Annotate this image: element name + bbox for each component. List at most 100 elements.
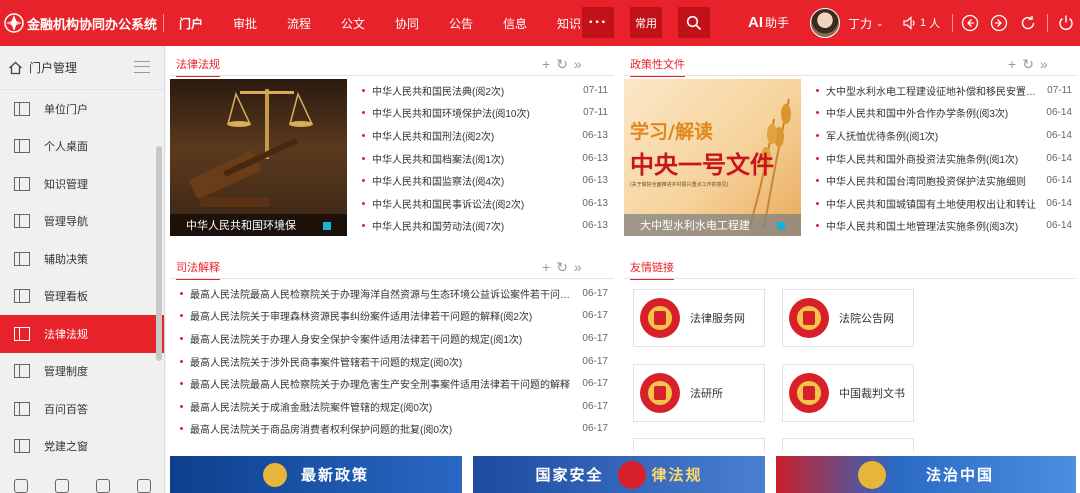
- link-court-notice[interactable]: 法院公告网: [782, 289, 914, 347]
- sidebar-item-knowledge[interactable]: 知识管理: [0, 165, 164, 203]
- sidebar-item-dashboard[interactable]: 管理看板: [0, 278, 164, 316]
- top-bar: 金融机构协同办公系统 门户 审批 流程 公文 协同 公告 信息 知识 ··· 常…: [0, 0, 1080, 46]
- list-item[interactable]: 中华人民共和国环境保护法(阅10次) 07-11: [362, 102, 608, 125]
- more-icon[interactable]: »: [574, 259, 582, 276]
- list-item[interactable]: 最高人民法院关于商品房消费者权利保护问题的批复(阅0次) 06-17: [180, 418, 608, 441]
- refresh-icon[interactable]: ↻: [1022, 56, 1034, 73]
- link-judgment-docs[interactable]: 中国裁判文书: [782, 364, 914, 422]
- bullet-icon: [816, 88, 819, 92]
- list-item[interactable]: 中华人民共和国刑法(阅2次) 06-13: [362, 124, 608, 147]
- policy-image[interactable]: 学习/解读 中央一号文件 (关于做好全面推进乡村振兴重点工作的意见) 大中型水利…: [624, 79, 801, 236]
- panel-title-policy[interactable]: 政策性文件: [630, 56, 685, 77]
- refresh-icon[interactable]: ↻: [556, 259, 568, 276]
- logo-icon: [4, 13, 24, 33]
- list-item[interactable]: 中华人民共和国民事诉讼法(阅2次) 06-13: [362, 192, 608, 215]
- sidebar-item-faq[interactable]: 百问百答: [0, 390, 164, 428]
- add-icon[interactable]: +: [542, 259, 550, 276]
- link-card-partial[interactable]: [782, 438, 914, 452]
- list-item[interactable]: 中华人民共和国监察法(阅4次) 06-13: [362, 169, 608, 192]
- sidebar-item-party[interactable]: 党建之窗: [0, 428, 164, 466]
- list-item[interactable]: 军人抚恤优待条例(阅1次) 06-14: [816, 124, 1072, 147]
- nav-approval[interactable]: 审批: [218, 0, 272, 46]
- link-legal-service[interactable]: 法律服务网: [633, 289, 765, 347]
- nav-notice[interactable]: 公告: [434, 0, 488, 46]
- panel-title-law[interactable]: 法律法规: [176, 56, 220, 77]
- list-item-title: 中华人民共和国土地管理法实施条例(阅3次): [826, 222, 1019, 234]
- sidebar-item-unit-portal[interactable]: 单位门户: [0, 90, 164, 128]
- grid-icon[interactable]: [54, 479, 69, 493]
- link-label: 法研所: [690, 388, 723, 400]
- gear-icon[interactable]: [96, 479, 111, 493]
- list-item[interactable]: 最高人民法院关于办理人身安全保护令案件适用法律若干问题的规定(阅1次) 06-17: [180, 327, 608, 350]
- list-item[interactable]: 最高人民法院关于审理森林资源民事纠纷案件适用法律若干问题的解释(阅2次) 06-1…: [180, 305, 608, 328]
- policy-image-note: (关于做好全面推进乡村振兴重点工作的意见): [630, 182, 729, 188]
- bullet-icon: [816, 133, 819, 137]
- nav-portal[interactable]: 门户: [164, 0, 218, 46]
- list-item[interactable]: 中华人民共和国土地管理法实施条例(阅3次) 06-14: [816, 215, 1072, 238]
- search-button[interactable]: [678, 7, 710, 38]
- image-caption: 大中型水利水电工程建: [624, 214, 801, 236]
- list-item[interactable]: 最高人民法院最高人民检察院关于办理海洋自然资源与生态环境公益诉讼案件若干问题的规…: [180, 282, 608, 305]
- add-icon[interactable]: +: [542, 56, 550, 73]
- list-item[interactable]: 最高人民法院关于涉外民商事案件管辖若干问题的规定(阅0次) 06-17: [180, 350, 608, 373]
- panel-divider: [624, 278, 1076, 279]
- sidebar-item-label: 辅助决策: [44, 253, 88, 266]
- user-menu[interactable]: 丁力 ⌄: [810, 8, 884, 38]
- nav-common-button[interactable]: 常用: [630, 7, 662, 38]
- slide-indicator[interactable]: [777, 222, 785, 230]
- sidebar-item-decision[interactable]: 辅助决策: [0, 240, 164, 278]
- emblem-icon: [262, 462, 287, 487]
- edit-icon[interactable]: [137, 479, 152, 493]
- law-image[interactable]: 中华人民共和国环境保: [170, 79, 347, 236]
- link-law-institute[interactable]: 法研所: [633, 364, 765, 422]
- sidebar-item-personal-desktop[interactable]: 个人桌面: [0, 128, 164, 166]
- list-item[interactable]: 中华人民共和国劳动法(阅7次) 06-13: [362, 215, 608, 238]
- logout-button[interactable]: [1056, 13, 1076, 33]
- search-icon[interactable]: [13, 479, 28, 493]
- back-button[interactable]: [960, 13, 980, 33]
- bullet-icon: [816, 156, 819, 160]
- list-item[interactable]: 中华人民共和国台湾同胞投资保护法实施细则 06-14: [816, 169, 1072, 192]
- sidebar-scrollbar[interactable]: [156, 146, 162, 361]
- banner-rule-of-law[interactable]: 法治中国: [776, 456, 1076, 493]
- list-item[interactable]: 大中型水利水电工程建设征地补偿和移民安置条例 07-11: [816, 79, 1072, 102]
- link-card-partial[interactable]: [633, 438, 765, 452]
- sidebar-item-navigation[interactable]: 管理导航: [0, 203, 164, 241]
- list-item[interactable]: 中华人民共和国档案法(阅1次) 06-13: [362, 147, 608, 170]
- forward-button[interactable]: [989, 13, 1009, 33]
- law-list: 中华人民共和国民法典(阅2次) 07-11 中华人民共和国环境保护法(阅10次) 0…: [362, 79, 608, 237]
- list-item[interactable]: 最高人民法院关于成渝金融法院案件管辖的规定(阅0次) 06-17: [180, 395, 608, 418]
- nav-collab[interactable]: 协同: [380, 0, 434, 46]
- slide-indicator[interactable]: [323, 222, 331, 230]
- list-item-title: 中华人民共和国环境保护法(阅10次): [372, 109, 530, 121]
- refresh-button[interactable]: [1018, 13, 1038, 33]
- list-item[interactable]: 最高人民法院最高人民检察院关于办理危害生产安全刑事案件适用法律若干问题的解释 06…: [180, 372, 608, 395]
- nav-document[interactable]: 公文: [326, 0, 380, 46]
- online-users[interactable]: 1 人: [903, 15, 940, 31]
- menu-toggle-icon[interactable]: [134, 61, 150, 73]
- banner-national-security[interactable]: 国家安全 律法规: [473, 456, 765, 493]
- list-item[interactable]: 中华人民共和国城镇国有土地使用权出让和转让 06-14: [816, 192, 1072, 215]
- sidebar-item-regulations[interactable]: 管理制度: [0, 353, 164, 391]
- sidebar-item-laws[interactable]: 法律法规: [0, 315, 164, 353]
- list-item[interactable]: 中华人民共和国外商投资法实施条例(阅1次) 06-14: [816, 147, 1072, 170]
- banner-latest-policy[interactable]: 最新政策: [170, 456, 462, 493]
- bullet-icon: [362, 111, 365, 115]
- app-logo[interactable]: 金融机构协同办公系统: [4, 12, 157, 34]
- refresh-icon[interactable]: ↻: [556, 56, 568, 73]
- bullet-icon: [362, 133, 365, 137]
- ai-assistant-button[interactable]: AI 助手: [748, 14, 789, 31]
- add-icon[interactable]: +: [1008, 56, 1016, 73]
- banner-label: 国家安全: [535, 467, 604, 484]
- list-item[interactable]: 中华人民共和国民法典(阅2次) 07-11: [362, 79, 608, 102]
- panel-title-links[interactable]: 友情链接: [630, 259, 674, 280]
- nav-info[interactable]: 信息: [488, 0, 542, 46]
- panel-title-judicial[interactable]: 司法解释: [176, 259, 220, 280]
- more-icon[interactable]: »: [1040, 56, 1048, 73]
- nav-process[interactable]: 流程: [272, 0, 326, 46]
- link-label: 中国裁判文书: [839, 388, 905, 400]
- more-icon[interactable]: »: [574, 56, 582, 73]
- nav-more-button[interactable]: ···: [582, 7, 614, 38]
- list-item[interactable]: 中华人民共和国中外合作办学条例(阅3次) 06-14: [816, 102, 1072, 125]
- layout-icon: [14, 251, 30, 266]
